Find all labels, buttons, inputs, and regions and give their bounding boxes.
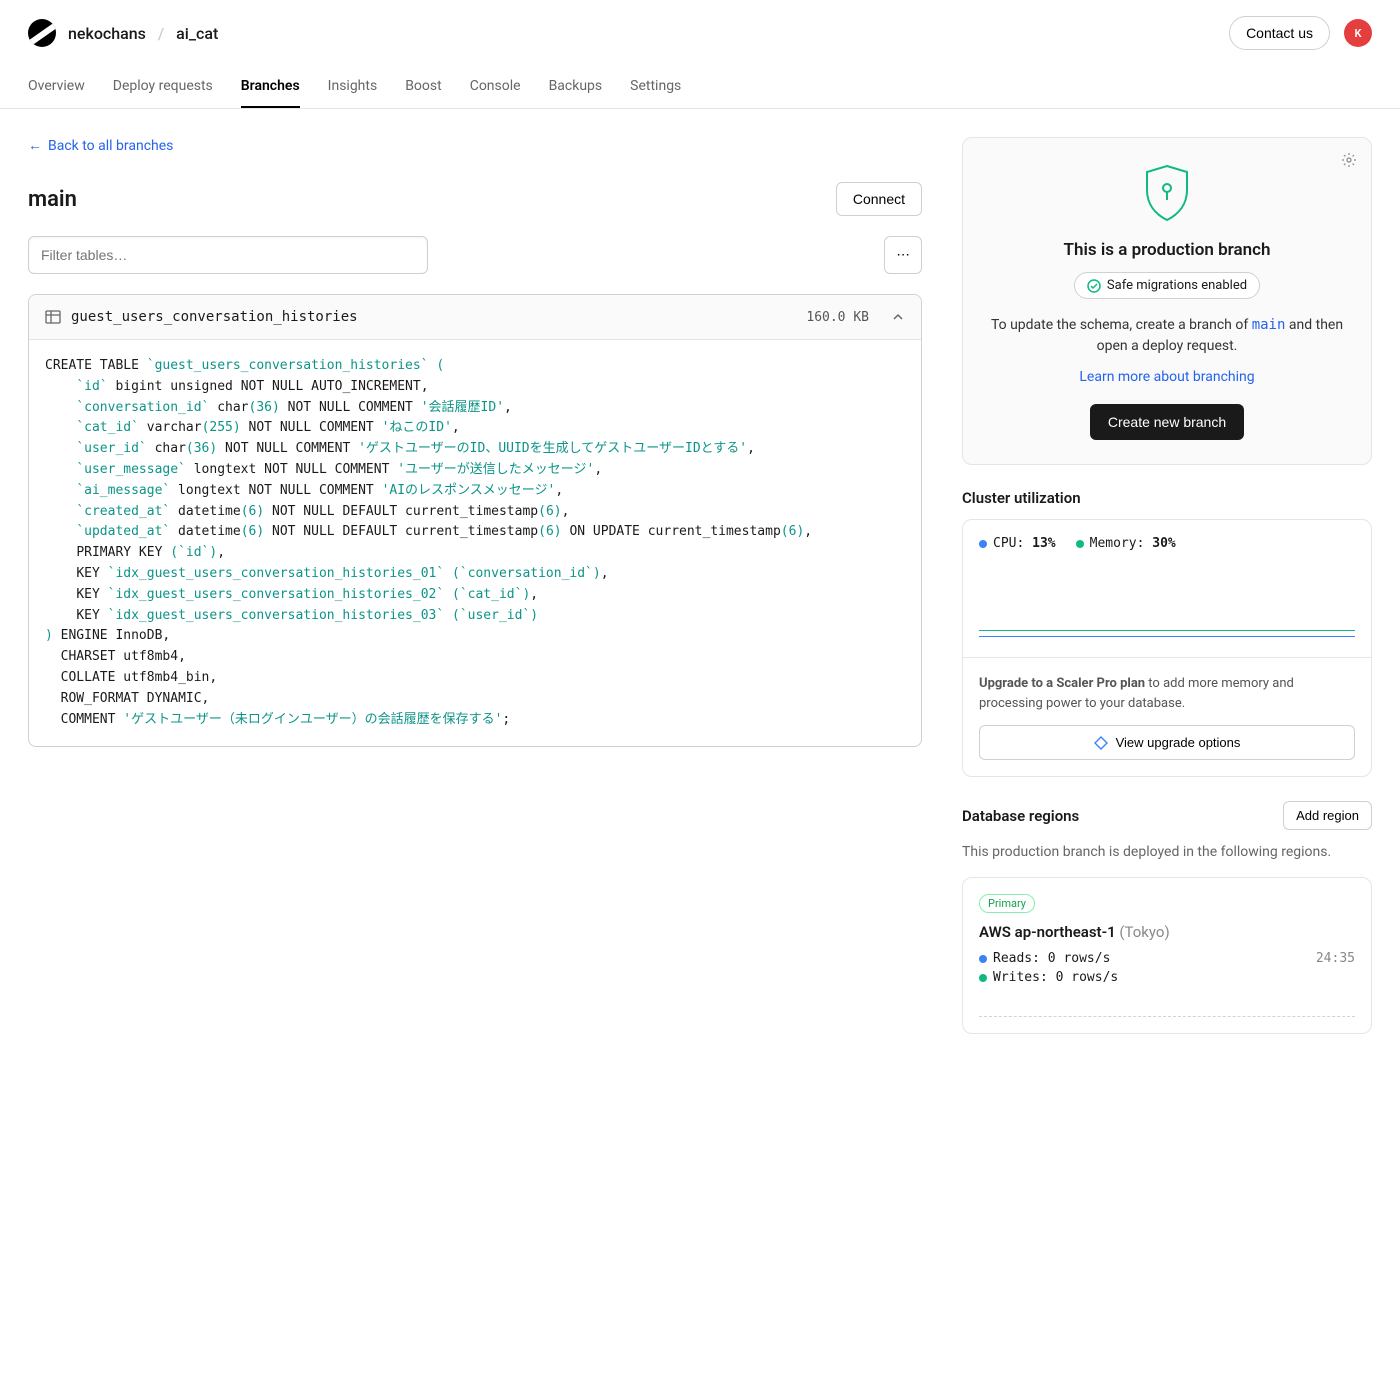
table-icon xyxy=(45,309,61,325)
learn-branching-link[interactable]: Learn more about branching xyxy=(1079,369,1254,385)
badge-label: Safe migrations enabled xyxy=(1107,278,1247,293)
filter-tables-input[interactable] xyxy=(28,236,428,274)
reads-dot-icon xyxy=(979,955,987,963)
tab-branches[interactable]: Branches xyxy=(241,66,300,108)
memory-dot-icon xyxy=(1076,540,1084,548)
back-link[interactable]: ← Back to all branches xyxy=(28,137,173,154)
breadcrumb: nekochans / ai_cat xyxy=(68,24,218,43)
region-chart xyxy=(979,995,1355,1017)
tab-boost[interactable]: Boost xyxy=(405,66,442,108)
safe-migrations-badge: Safe migrations enabled xyxy=(1074,272,1260,299)
cluster-panel: CPU: 13% Memory: 30% Upgrade to a Scaler… xyxy=(962,519,1372,777)
diamond-icon xyxy=(1094,736,1108,750)
cluster-title: Cluster utilization xyxy=(962,489,1372,507)
region-card: Primary AWS ap-northeast-1 (Tokyo) Reads… xyxy=(962,877,1372,1034)
table-header[interactable]: guest_users_conversation_histories 160.0… xyxy=(29,295,921,340)
reads-stat: Reads: 0 rows/s 24:35 xyxy=(979,951,1355,966)
writes-stat: Writes: 0 rows/s xyxy=(979,970,1355,985)
tab-deploy-requests[interactable]: Deploy requests xyxy=(113,66,213,108)
table-name: guest_users_conversation_histories xyxy=(71,309,358,325)
cluster-chart xyxy=(979,571,1355,641)
regions-title: Database regions xyxy=(962,807,1079,825)
logo[interactable] xyxy=(28,19,56,47)
tab-console[interactable]: Console xyxy=(470,66,521,108)
back-link-label: Back to all branches xyxy=(48,138,173,154)
more-horizontal-icon: ⋯ xyxy=(896,247,909,263)
tabs: Overview Deploy requests Branches Insigh… xyxy=(0,66,1400,109)
branch-title: main xyxy=(28,187,77,212)
add-region-button[interactable]: Add region xyxy=(1283,801,1372,830)
contact-button[interactable]: Contact us xyxy=(1229,16,1330,50)
project-name[interactable]: ai_cat xyxy=(176,24,218,43)
org-name[interactable]: nekochans xyxy=(68,24,146,43)
table-size: 160.0 KB xyxy=(806,310,869,325)
connect-button[interactable]: Connect xyxy=(836,182,922,216)
cpu-dot-icon xyxy=(979,540,987,548)
create-branch-button[interactable]: Create new branch xyxy=(1090,404,1244,440)
tab-insights[interactable]: Insights xyxy=(328,66,378,108)
gear-icon[interactable] xyxy=(1341,152,1357,172)
check-circle-icon xyxy=(1087,279,1101,293)
writes-dot-icon xyxy=(979,974,987,982)
view-upgrade-button[interactable]: View upgrade options xyxy=(979,725,1355,760)
production-panel: This is a production branch Safe migrati… xyxy=(962,137,1372,465)
region-name: AWS ap-northeast-1 (Tokyo) xyxy=(979,923,1355,941)
more-actions-button[interactable]: ⋯ xyxy=(884,236,922,274)
breadcrumb-sep: / xyxy=(158,24,164,43)
schema-code: CREATE TABLE `guest_users_conversation_h… xyxy=(29,340,921,746)
tab-overview[interactable]: Overview xyxy=(28,66,85,108)
region-time: 24:35 xyxy=(1316,951,1355,966)
arrow-left-icon: ← xyxy=(28,137,42,154)
production-text: To update the schema, create a branch of… xyxy=(987,315,1347,357)
production-title: This is a production branch xyxy=(987,240,1347,260)
tab-backups[interactable]: Backups xyxy=(549,66,603,108)
chevron-up-icon xyxy=(891,310,905,324)
regions-desc: This production branch is deployed in th… xyxy=(962,842,1372,863)
avatar[interactable]: K xyxy=(1344,19,1372,47)
tab-settings[interactable]: Settings xyxy=(630,66,681,108)
shield-icon xyxy=(1139,162,1195,224)
upgrade-text: Upgrade to a Scaler Pro plan to add more… xyxy=(979,674,1355,713)
cluster-legend: CPU: 13% Memory: 30% xyxy=(979,536,1355,551)
primary-pill: Primary xyxy=(979,894,1035,913)
